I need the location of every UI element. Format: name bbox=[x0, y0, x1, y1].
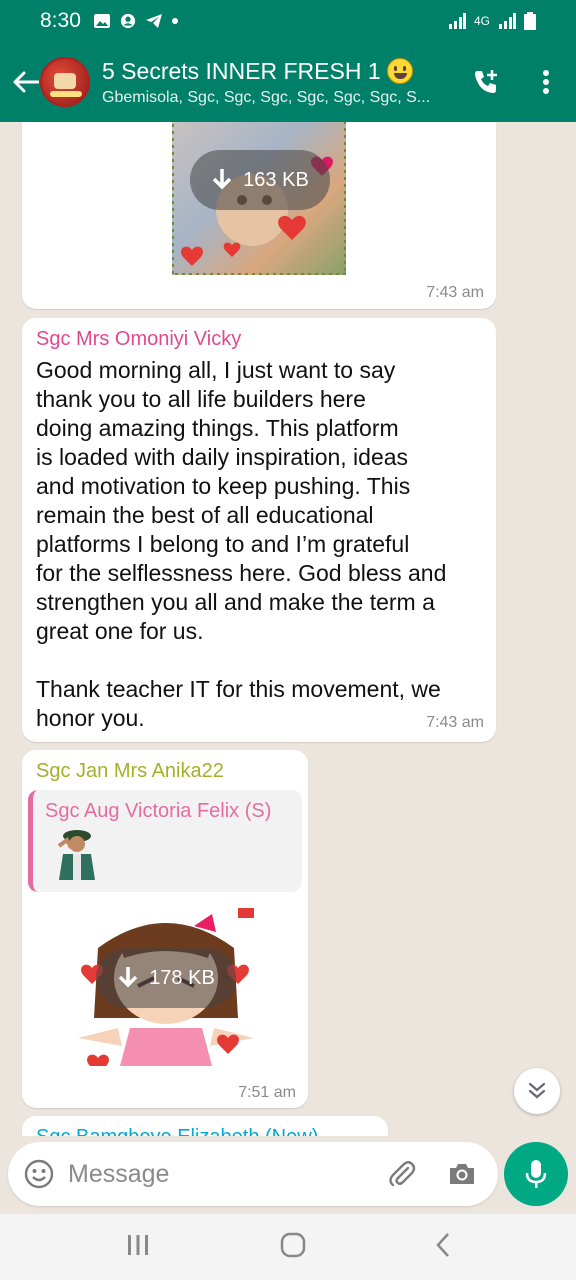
more-options-button[interactable] bbox=[526, 62, 566, 102]
notification-dot-icon bbox=[171, 18, 178, 24]
recents-button[interactable] bbox=[125, 1234, 151, 1261]
network-type: 4G bbox=[473, 14, 490, 28]
gallery-icon bbox=[93, 14, 110, 28]
download-arrow-icon bbox=[212, 169, 232, 190]
sender-name[interactable]: Sgc Mrs Omoniyi Vicky bbox=[36, 328, 241, 351]
more-vert-icon bbox=[543, 70, 549, 94]
download-arrow-icon bbox=[118, 967, 138, 988]
download-size: 163 KB bbox=[243, 168, 309, 191]
sender-name[interactable]: Sgc Jan Mrs Anika22 bbox=[36, 760, 224, 783]
partial-message: Sgc Bamgboye Elizabeth (New) bbox=[22, 1116, 388, 1136]
chevron-left-icon bbox=[436, 1232, 450, 1257]
sender-name[interactable]: Sgc Bamgboye Elizabeth (New) bbox=[36, 1126, 318, 1136]
message-time: 7:51 am bbox=[238, 1084, 296, 1101]
battery-icon bbox=[524, 12, 536, 30]
quoted-message[interactable]: Sgc Aug Victoria Felix (S) bbox=[28, 790, 302, 892]
signal-icon bbox=[448, 13, 466, 29]
chat-header: 5 Secrets INNER FRESH 1 Gbemisola, Sgc, … bbox=[0, 42, 576, 122]
double-chevron-down-icon bbox=[528, 1082, 546, 1099]
arrow-left-icon bbox=[13, 71, 39, 93]
image-message: 163 KB 7:43 am bbox=[22, 122, 496, 309]
message-time: 7:43 am bbox=[426, 714, 484, 731]
message-composer bbox=[8, 1142, 498, 1206]
voice-message-button[interactable] bbox=[504, 1142, 568, 1206]
message-text: Good morning all, I just want to say tha… bbox=[36, 357, 447, 731]
phone-plus-icon bbox=[475, 70, 497, 93]
paperclip-icon bbox=[389, 1161, 416, 1187]
camera-button[interactable] bbox=[446, 1158, 478, 1190]
account-icon bbox=[120, 13, 135, 29]
scroll-to-bottom-button[interactable] bbox=[514, 1068, 560, 1114]
chat-area[interactable]: 163 KB 7:43 am Sgc Mrs Omoniyi Vicky Goo… bbox=[0, 122, 576, 1136]
recents-icon bbox=[127, 1234, 148, 1255]
status-bar: 8:30 4G bbox=[0, 0, 576, 42]
download-button[interactable]: 163 KB bbox=[190, 150, 330, 210]
sticker-reply-message: Sgc Jan Mrs Anika22 Sgc Aug Victoria Fel… bbox=[22, 750, 308, 1108]
home-icon bbox=[280, 1232, 306, 1257]
status-time: 8:30 bbox=[40, 9, 81, 32]
system-nav-bar bbox=[0, 1214, 576, 1280]
signal-icon-2 bbox=[499, 13, 516, 29]
emoji-icon bbox=[24, 1159, 54, 1189]
soldier-sticker-thumbnail bbox=[57, 830, 95, 880]
download-size: 178 KB bbox=[149, 966, 215, 989]
emoji-button[interactable] bbox=[24, 1159, 54, 1189]
microphone-icon bbox=[525, 1160, 547, 1188]
sticker-image[interactable]: 178 KB bbox=[78, 908, 254, 1066]
telegram-icon bbox=[145, 14, 162, 28]
home-button[interactable] bbox=[280, 1232, 306, 1263]
back-nav-button[interactable] bbox=[435, 1232, 451, 1263]
chat-participants: Gbemisola, Sgc, Sgc, Sgc, Sgc, Sgc, Sgc,… bbox=[102, 88, 431, 106]
camera-icon bbox=[450, 1164, 474, 1184]
message-time: 7:43 am bbox=[426, 284, 484, 301]
download-button[interactable]: 178 KB bbox=[96, 948, 236, 1008]
chat-info[interactable]: 5 Secrets INNER FRESH 1 Gbemisola, Sgc, … bbox=[102, 58, 462, 107]
group-avatar[interactable] bbox=[40, 57, 90, 107]
attach-button[interactable] bbox=[386, 1158, 418, 1190]
message-input[interactable] bbox=[68, 1159, 368, 1189]
image-thumbnail[interactable]: 163 KB bbox=[172, 122, 346, 275]
smiley-emoji-icon bbox=[386, 58, 413, 84]
add-call-button[interactable] bbox=[466, 62, 506, 102]
chat-title: 5 Secrets INNER FRESH 1 bbox=[102, 57, 381, 84]
quoted-sender: Sgc Aug Victoria Felix (S) bbox=[45, 800, 272, 822]
text-message: Sgc Mrs Omoniyi Vicky Good morning all, … bbox=[22, 318, 496, 742]
